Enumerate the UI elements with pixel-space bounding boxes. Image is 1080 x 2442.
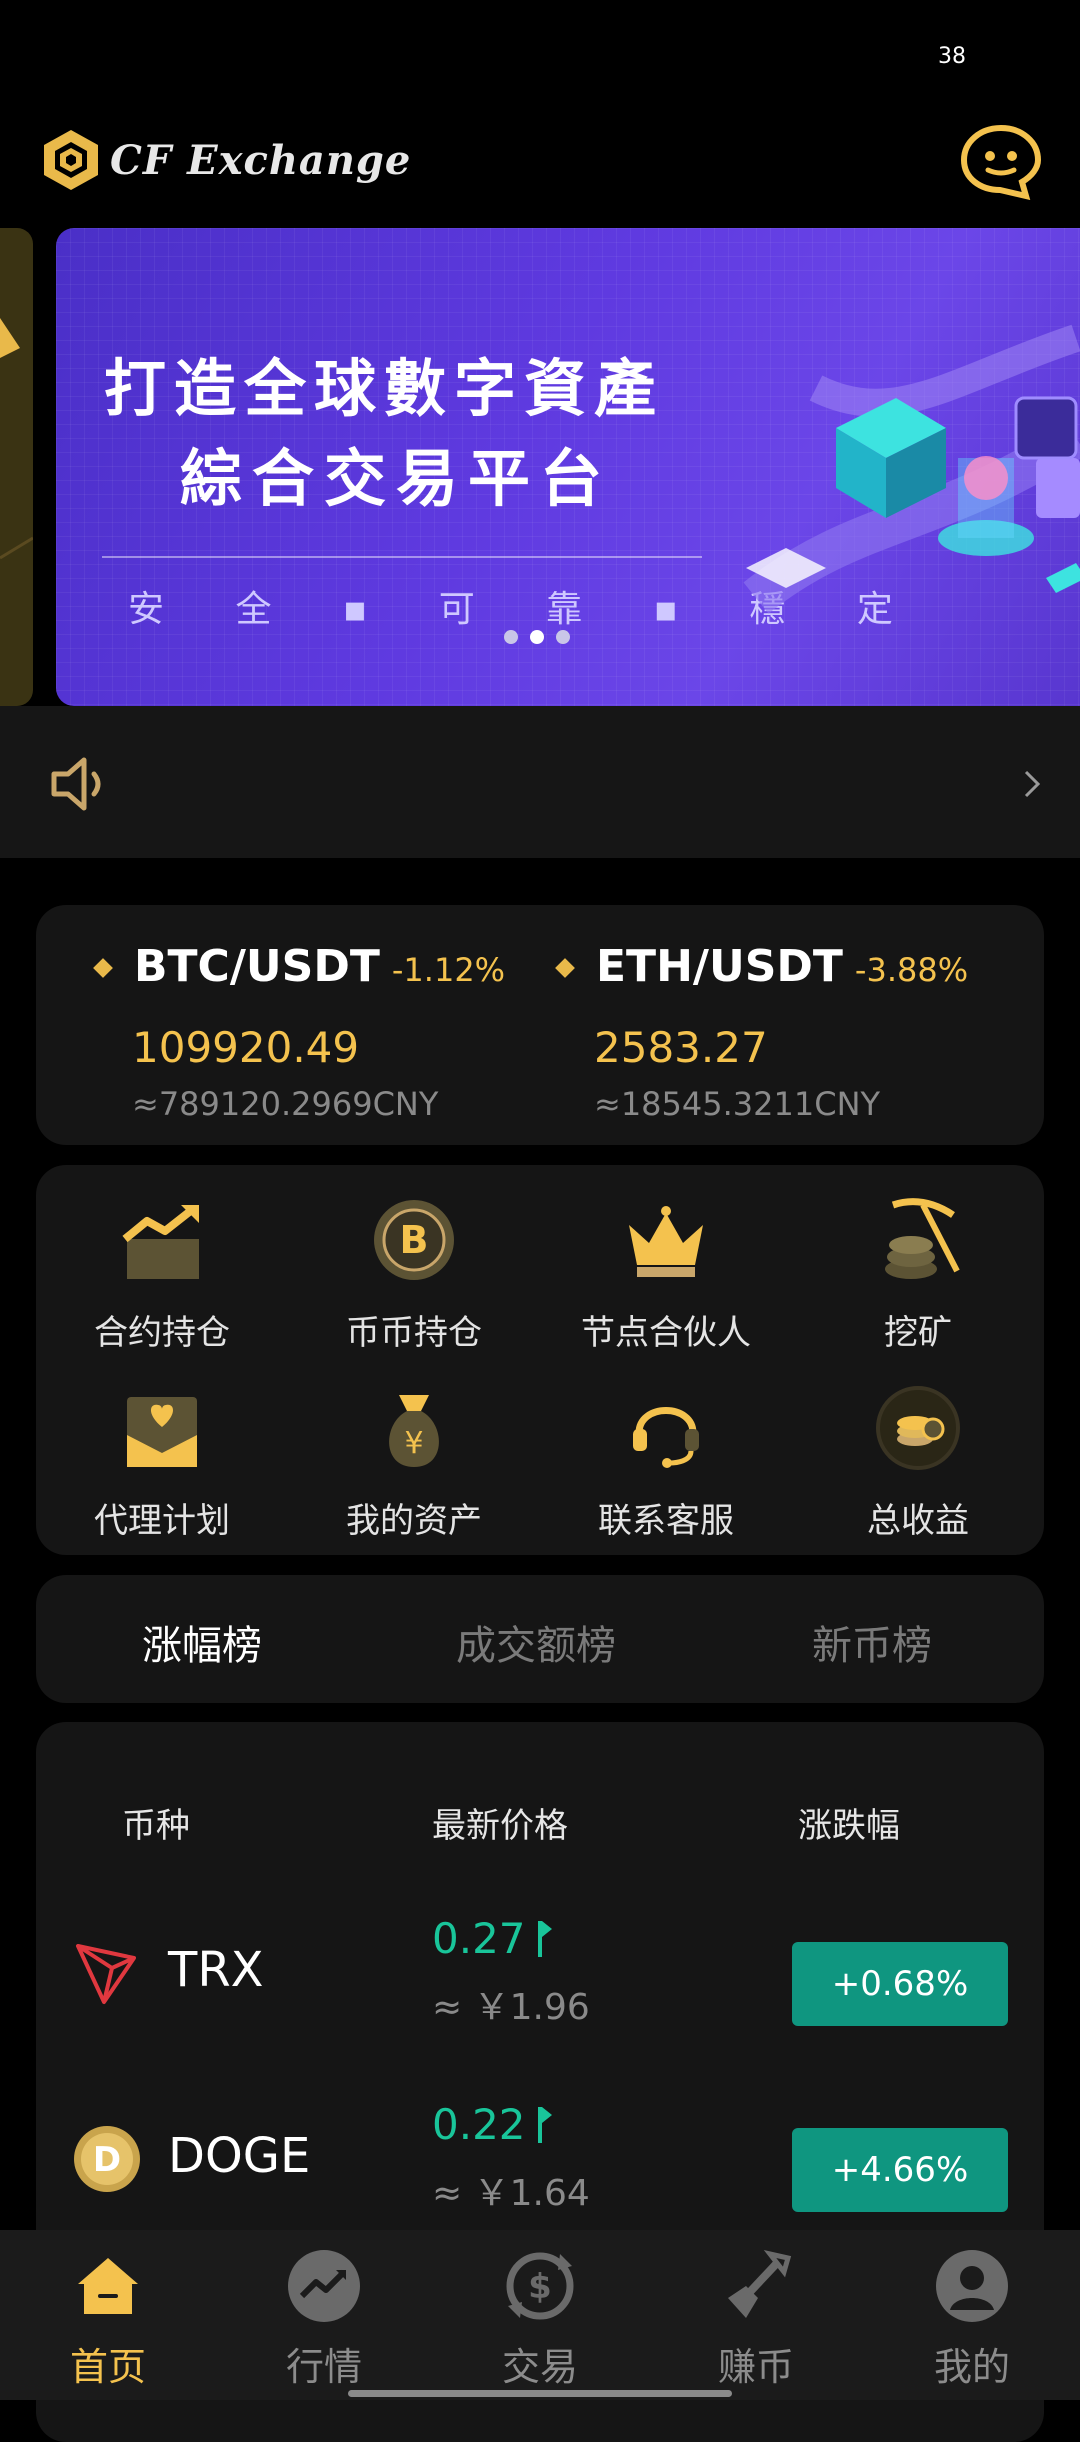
promo-banner[interactable]: 打造全球數字資產 綜合交易平台 安 全 ▪ 可 靠 ▪ 穩 定	[56, 228, 1080, 706]
battery-level: 38	[938, 44, 966, 69]
ticker-price: 2583.27	[594, 1023, 768, 1072]
nav-label: 首页	[69, 2345, 146, 2389]
nav-earn[interactable]: 赚币	[648, 2248, 864, 2391]
coins-icon	[876, 1386, 960, 1470]
coin-symbol: DOGE	[168, 2128, 311, 2184]
nav-label: 我的	[933, 2345, 1010, 2389]
home-indicator[interactable]	[348, 2390, 732, 2397]
diamond-icon	[555, 958, 575, 978]
headset-icon	[633, 1407, 699, 1468]
menu-mining[interactable]: 挖矿	[792, 1195, 1044, 1354]
quick-menu: 合约持仓 B 币币持仓 节点合伙人 挖矿 代理计划 ¥ 我的资产 联系客服 总收…	[36, 1165, 1044, 1555]
ticker-cny: ≈18545.3211CNY	[594, 1085, 881, 1123]
brand-logo: CF Exchange	[42, 128, 411, 192]
menu-label: 合约持仓	[94, 1313, 230, 1353]
menu-total-earnings[interactable]: 总收益	[792, 1383, 1044, 1542]
banner-subheadline: 綜合交易平台	[180, 442, 613, 515]
up-flag-icon	[537, 2106, 552, 2143]
coin-price: 0.22	[432, 2100, 552, 2149]
coin-price-value: 0.22	[432, 2100, 526, 2149]
brand-name: CF Exchange	[110, 136, 412, 184]
blockchain-illustration	[743, 324, 1080, 614]
diamond-icon	[93, 958, 113, 978]
carousel-dot-active[interactable]	[530, 630, 544, 644]
carousel-indicator	[504, 630, 570, 644]
tron-icon	[76, 1944, 136, 2004]
menu-my-assets[interactable]: ¥ 我的资产	[288, 1383, 540, 1542]
svg-text:$: $	[528, 2267, 552, 2307]
svg-text:B: B	[400, 1218, 429, 1262]
nav-label: 赚币	[717, 2345, 794, 2389]
tab-volume[interactable]: 成交额榜	[456, 1613, 616, 1671]
status-bar: 38	[0, 0, 1080, 110]
carousel-dot[interactable]	[556, 630, 570, 644]
menu-label: 币币持仓	[346, 1313, 482, 1353]
menu-label: 我的资产	[346, 1501, 482, 1541]
coin-price: 0.27	[432, 1914, 552, 1963]
ticker-pair: BTC/USDT	[134, 941, 380, 992]
menu-label: 总收益	[867, 1501, 969, 1541]
home-icon	[78, 2258, 138, 2314]
banner-divider	[102, 556, 702, 558]
up-flag-icon	[537, 1920, 552, 1957]
column-header-change: 涨跌幅	[798, 1806, 900, 1846]
bottom-nav: 首页 行情 $ 交易 赚币 我的	[0, 2230, 1080, 2400]
nav-profile[interactable]: 我的	[864, 2248, 1080, 2391]
menu-label: 节点合伙人	[581, 1313, 751, 1353]
menu-label: 挖矿	[884, 1313, 952, 1353]
shovel-icon	[728, 2250, 792, 2318]
change-badge[interactable]: +4.66%	[792, 2128, 1008, 2212]
tab-gainers[interactable]: 涨幅榜	[142, 1613, 262, 1671]
change-badge[interactable]: +0.68%	[792, 1942, 1008, 2026]
chat-icon[interactable]	[960, 124, 1042, 200]
announcement-bar[interactable]	[0, 706, 1080, 858]
banner-headline: 打造全球數字資產	[104, 352, 665, 425]
menu-label: 联系客服	[598, 1501, 734, 1541]
menu-label: 代理计划	[94, 1501, 230, 1541]
nav-label: 交易	[501, 2345, 578, 2389]
ticker-card: BTC/USDT -1.12% 109920.49 ≈789120.2969CN…	[36, 905, 1044, 1145]
bitcoin-icon: B	[374, 1200, 454, 1280]
coin-price-cny: ≈ ￥1.96	[432, 1987, 590, 2028]
chevron-right-icon[interactable]	[1022, 766, 1044, 802]
ticker-price: 109920.49	[132, 1023, 360, 1072]
pickaxe-icon	[885, 1198, 960, 1279]
nav-trade[interactable]: $ 交易	[432, 2248, 648, 2391]
money-bag-icon: ¥	[389, 1395, 439, 1467]
ticker-change: -3.88%	[854, 951, 969, 989]
coin-price-value: 0.27	[432, 1914, 526, 1963]
menu-spot-positions[interactable]: B 币币持仓	[288, 1195, 540, 1354]
coin-price-cny: ≈ ￥1.64	[432, 2173, 590, 2214]
speaker-icon	[51, 757, 101, 811]
ranking-tabs: 涨幅榜 成交额榜 新币榜	[36, 1575, 1044, 1703]
cube-logo-icon	[44, 130, 98, 190]
column-header-price: 最新价格	[432, 1806, 568, 1846]
profile-icon	[936, 2250, 1008, 2322]
heart-envelope-icon	[127, 1397, 197, 1467]
svg-text:D: D	[93, 2140, 121, 2180]
crown-icon	[629, 1206, 703, 1277]
table-row[interactable]: TRX 0.27 ≈ ￥1.96 +0.68%	[36, 1898, 1044, 2078]
exchange-icon: $	[506, 2252, 574, 2320]
tab-new-coins[interactable]: 新币榜	[812, 1613, 932, 1671]
nav-market[interactable]: 行情	[216, 2248, 432, 2391]
menu-agent-plan[interactable]: 代理计划	[36, 1383, 288, 1542]
menu-contract-positions[interactable]: 合约持仓	[36, 1195, 288, 1354]
ticker-pair: ETH/USDT	[596, 941, 843, 992]
banner-prev-slide[interactable]	[0, 228, 33, 706]
trend-chart-icon	[122, 1205, 199, 1279]
menu-customer-service[interactable]: 联系客服	[540, 1383, 792, 1542]
column-header-coin: 币种	[122, 1806, 190, 1846]
market-trend-icon	[288, 2250, 360, 2322]
carousel-dot[interactable]	[504, 630, 518, 644]
svg-text:¥: ¥	[404, 1426, 423, 1461]
nav-label: 行情	[285, 2345, 362, 2389]
nav-home[interactable]: 首页	[0, 2248, 216, 2391]
dogecoin-icon: D	[74, 2126, 140, 2192]
menu-node-partner[interactable]: 节点合伙人	[540, 1195, 792, 1354]
ticker-change: -1.12%	[391, 951, 506, 989]
coin-symbol: TRX	[168, 1942, 264, 1998]
ticker-cny: ≈789120.2969CNY	[132, 1085, 439, 1123]
